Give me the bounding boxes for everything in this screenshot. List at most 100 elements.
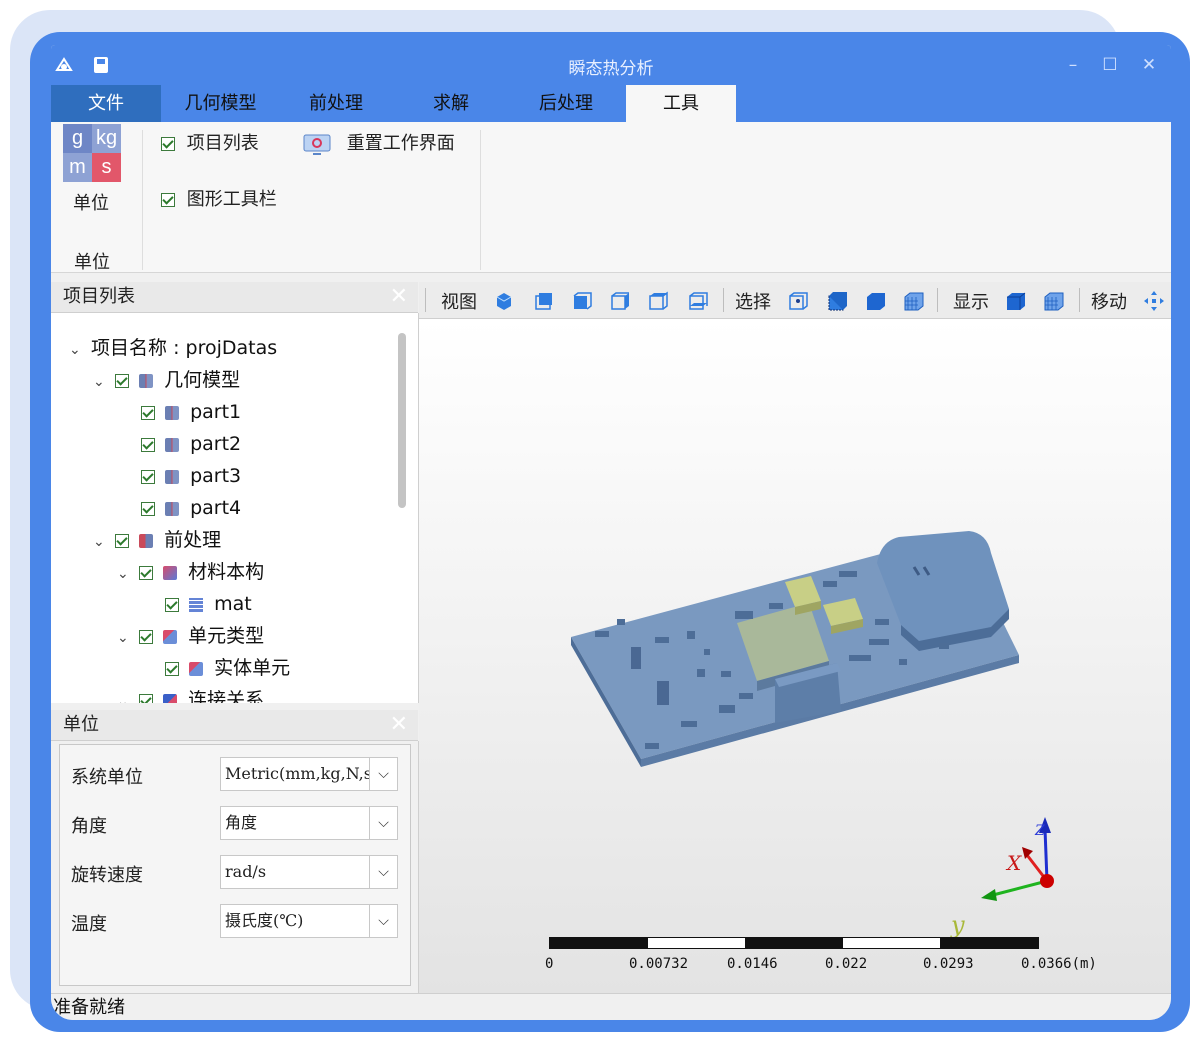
tab-postprocess[interactable]: 后处理 xyxy=(521,85,611,122)
part-icon xyxy=(165,501,180,516)
checkbox-checked-icon[interactable] xyxy=(141,469,155,484)
close-icon[interactable]: ✕ xyxy=(390,710,408,740)
unit-row-system: 系统单位 Metric(mm,kg,N,s) ⌵ xyxy=(61,757,401,793)
view-bottom-icon[interactable] xyxy=(647,290,669,312)
unit-icon: g kg m s xyxy=(63,124,121,182)
tree-item-project[interactable]: ⌄ 项目名称 : projDatas xyxy=(69,333,277,363)
tree-item-part[interactable]: part3 xyxy=(141,461,241,491)
chevron-down-icon[interactable]: ⌵ xyxy=(369,856,397,888)
unit-row-temperature: 温度 摄氏度(℃) ⌵ xyxy=(61,904,401,940)
tree-item-solid-element[interactable]: 实体单元 xyxy=(165,653,290,683)
display-solid-icon[interactable] xyxy=(1005,290,1027,312)
scale-tick: 0.00732 xyxy=(629,956,689,972)
checkbox-checked-icon[interactable] xyxy=(141,405,155,420)
tab-tools[interactable]: 工具 xyxy=(626,85,736,122)
select-point-icon[interactable] xyxy=(787,290,809,312)
material-icon xyxy=(163,565,178,580)
chevron-down-icon[interactable]: ⌄ xyxy=(93,367,109,397)
maximize-button[interactable]: ☐ xyxy=(1098,53,1122,77)
view-back-icon[interactable] xyxy=(687,290,709,312)
view-iso-icon[interactable] xyxy=(493,290,515,312)
tree-item-part[interactable]: part2 xyxy=(141,429,241,459)
project-panel-title: 项目列表 xyxy=(63,286,135,307)
checkbox-checked-icon[interactable] xyxy=(115,533,130,548)
checkbox-checked-icon[interactable] xyxy=(141,501,155,516)
view-top-icon[interactable] xyxy=(533,290,555,312)
z-axis-label: Z xyxy=(1035,823,1045,839)
graphics-toolbar: 视图 选择 显示 移动 xyxy=(419,282,1171,319)
minimize-button[interactable]: – xyxy=(1061,53,1085,77)
chevron-down-icon[interactable]: ⌵ xyxy=(369,905,397,937)
checkbox-checked-icon[interactable] xyxy=(165,597,179,612)
tree-item-preprocess[interactable]: ⌄ 前处理 xyxy=(93,525,221,555)
chevron-down-icon[interactable]: ⌄ xyxy=(69,335,85,365)
window-title: 瞬态热分析 xyxy=(568,59,654,79)
checkbox-checked-icon xyxy=(161,193,175,207)
chevron-down-icon[interactable]: ⌄ xyxy=(117,623,133,653)
graphics-toolbar-checkbox[interactable]: 图形工具栏 xyxy=(161,185,277,211)
tree-item-connection[interactable]: ⌄ 连接关系 xyxy=(117,685,264,703)
element-type-icon xyxy=(163,629,178,644)
tree-item-mat[interactable]: mat xyxy=(165,589,252,619)
part-icon xyxy=(165,437,180,452)
system-unit-select[interactable]: Metric(mm,kg,N,s) ⌵ xyxy=(220,757,398,791)
chevron-down-icon[interactable]: ⌄ xyxy=(93,527,109,557)
checkbox-checked-icon[interactable] xyxy=(115,373,130,388)
scale-tick: 0.0293 xyxy=(923,956,974,972)
rotation-unit-select[interactable]: rad/s ⌵ xyxy=(220,855,398,889)
3d-viewport[interactable]: X Z y 0 0.00732 0.0146 0.022 0.0293 0.03… xyxy=(419,319,1171,993)
unit-button[interactable]: g kg m s 单位 xyxy=(63,124,123,214)
angle-unit-select[interactable]: 角度 ⌵ xyxy=(220,806,398,840)
tree-item-part[interactable]: part4 xyxy=(141,493,241,523)
unit-row-rotation: 旋转速度 rad/s ⌵ xyxy=(61,855,401,891)
close-button[interactable]: ✕ xyxy=(1137,53,1161,77)
checkbox-checked-icon xyxy=(161,137,175,151)
part-icon xyxy=(165,469,180,484)
checkbox-checked-icon[interactable] xyxy=(139,565,154,580)
checkbox-checked-icon[interactable] xyxy=(139,629,154,644)
tree-scrollbar[interactable] xyxy=(398,333,406,508)
tree-item-element-type[interactable]: ⌄ 单元类型 xyxy=(117,621,264,651)
display-label: 显示 xyxy=(953,292,989,313)
temperature-unit-select[interactable]: 摄氏度(℃) ⌵ xyxy=(220,904,398,938)
reset-workspace-button[interactable]: 重置工作界面 xyxy=(303,129,455,155)
select-solid-icon[interactable] xyxy=(865,290,887,312)
tab-file[interactable]: 文件 xyxy=(51,85,161,122)
toolbar-separator xyxy=(937,288,938,312)
geometry-icon xyxy=(139,373,154,388)
toolbar-separator xyxy=(723,288,724,312)
move-label: 移动 xyxy=(1091,292,1127,313)
ribbon-separator xyxy=(480,130,481,270)
display-mesh-icon[interactable] xyxy=(1043,290,1065,312)
chevron-down-icon[interactable]: ⌄ xyxy=(117,687,133,703)
solid-element-icon xyxy=(189,661,204,676)
toolbar-separator xyxy=(1079,288,1080,312)
chevron-down-icon[interactable]: ⌵ xyxy=(369,758,397,790)
view-side-icon[interactable] xyxy=(609,290,631,312)
tab-preprocess[interactable]: 前处理 xyxy=(291,85,381,122)
chevron-down-icon[interactable]: ⌵ xyxy=(369,807,397,839)
view-front-icon[interactable] xyxy=(571,290,593,312)
status-bar: 准备就绪 xyxy=(51,993,1171,1020)
ribbon: g kg m s 单位 单位 项目列表 图形工具栏 重置工作界面 xyxy=(51,122,1171,273)
chevron-down-icon[interactable]: ⌄ xyxy=(117,559,133,589)
scale-tick: 0 xyxy=(545,956,554,972)
checkbox-checked-icon[interactable] xyxy=(165,661,179,676)
move-icon[interactable] xyxy=(1143,290,1165,312)
project-panel-header: 项目列表 ✕ xyxy=(51,282,418,313)
unit-button-label: 单位 xyxy=(73,193,109,214)
tree-item-part[interactable]: part1 xyxy=(141,397,241,427)
tree-item-material[interactable]: ⌄ 材料本构 xyxy=(117,557,264,587)
reset-workspace-icon xyxy=(303,134,331,155)
select-body-icon[interactable] xyxy=(827,290,849,312)
close-icon[interactable]: ✕ xyxy=(390,282,408,312)
checkbox-checked-icon[interactable] xyxy=(141,437,155,452)
project-list-checkbox[interactable]: 项目列表 xyxy=(161,129,259,155)
tab-geometry[interactable]: 几何模型 xyxy=(173,85,268,122)
select-label: 选择 xyxy=(735,292,771,313)
tab-solve[interactable]: 求解 xyxy=(411,85,491,122)
checkbox-checked-icon[interactable] xyxy=(139,693,154,703)
tree-item-geometry[interactable]: ⌄ 几何模型 xyxy=(93,365,240,395)
connection-icon xyxy=(163,693,178,703)
select-mesh-icon[interactable] xyxy=(903,290,925,312)
